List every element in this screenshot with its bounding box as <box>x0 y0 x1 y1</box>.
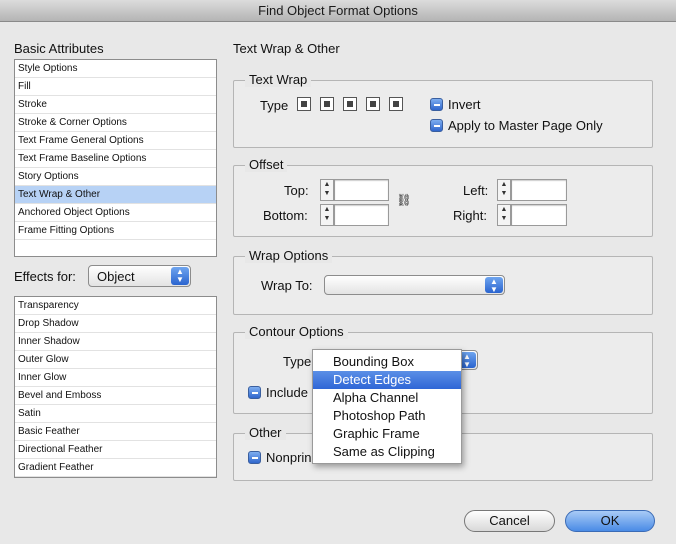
list-item[interactable]: Text Frame Baseline Options <box>15 150 216 168</box>
offset-title: Offset <box>245 157 288 172</box>
left-field[interactable] <box>511 179 567 201</box>
menu-item-alpha-channel[interactable]: Alpha Channel <box>313 389 461 407</box>
contour-options-title: Contour Options <box>245 324 348 339</box>
wrap-to-dropdown[interactable]: ▲ ▼ <box>324 275 505 295</box>
list-item[interactable]: Story Options <box>15 168 216 186</box>
top-label: Top: <box>284 183 309 198</box>
cancel-button[interactable]: Cancel <box>464 510 555 532</box>
wrap-bounding-box-icon[interactable] <box>320 97 334 111</box>
top-field[interactable] <box>334 179 389 201</box>
window-titlebar[interactable]: Find Object Format Options <box>0 0 676 22</box>
list-item[interactable]: Frame Fitting Options <box>15 222 216 240</box>
apply-master-checkbox[interactable] <box>430 119 443 132</box>
list-item[interactable]: Style Options <box>15 60 216 78</box>
list-item[interactable]: Basic Feather <box>15 423 216 441</box>
right-stepper[interactable]: ▲ ▼ <box>497 204 511 226</box>
effects-for-dropdown[interactable]: Object ▲ ▼ <box>88 265 191 287</box>
list-item[interactable]: Stroke & Corner Options <box>15 114 216 132</box>
no-wrap-icon[interactable] <box>297 97 311 111</box>
list-item[interactable]: Satin <box>15 405 216 423</box>
bottom-label: Bottom: <box>263 208 308 223</box>
menu-item-graphic-frame[interactable]: Graphic Frame <box>313 425 461 443</box>
contour-type-menu: Bounding Box Detect Edges Alpha Channel … <box>312 349 462 464</box>
invert-label: Invert <box>448 97 481 112</box>
popup-arrows-icon: ▲ ▼ <box>171 267 189 285</box>
effects-list: Transparency Drop Shadow Inner Shadow Ou… <box>14 296 217 478</box>
apply-master-label: Apply to Master Page Only <box>448 118 603 133</box>
wrap-to-label: Wrap To: <box>261 278 313 293</box>
jump-object-icon[interactable] <box>366 97 380 111</box>
wrap-type-label: Type <box>260 98 289 113</box>
menu-item-bounding-box[interactable]: Bounding Box <box>313 353 461 371</box>
list-item-selected[interactable]: Text Wrap & Other <box>15 186 216 204</box>
ok-button[interactable]: OK <box>565 510 655 532</box>
basic-attributes-heading: Basic Attributes <box>14 41 104 56</box>
list-item[interactable]: Drop Shadow <box>15 315 216 333</box>
wrap-object-shape-icon[interactable] <box>343 97 357 111</box>
effects-for-label: Effects for: <box>14 269 76 284</box>
list-item[interactable]: Text Frame General Options <box>15 132 216 150</box>
list-item[interactable]: Inner Shadow <box>15 333 216 351</box>
other-title: Other <box>245 425 286 440</box>
list-item[interactable]: Directional Feather <box>15 441 216 459</box>
text-wrap-title: Text Wrap <box>245 72 312 87</box>
window-title: Find Object Format Options <box>258 3 418 18</box>
bottom-stepper[interactable]: ▲ ▼ <box>320 204 334 226</box>
menu-item-detect-edges[interactable]: Detect Edges <box>313 371 461 389</box>
offset-group <box>233 165 653 237</box>
right-label: Right: <box>453 208 487 223</box>
list-item[interactable]: Bevel and Emboss <box>15 387 216 405</box>
nonprinting-label: Nonprin <box>266 450 312 465</box>
link-offsets-icon[interactable]: ⛓ <box>396 193 412 211</box>
panel-title: Text Wrap & Other <box>233 41 340 56</box>
menu-item-same-as-clipping[interactable]: Same as Clipping <box>313 443 461 461</box>
invert-checkbox[interactable] <box>430 98 443 111</box>
list-item[interactable]: Anchored Object Options <box>15 204 216 222</box>
top-stepper[interactable]: ▲ ▼ <box>320 179 334 201</box>
list-item[interactable]: Outer Glow <box>15 351 216 369</box>
contour-type-label: Type <box>283 354 312 369</box>
basic-attributes-list: Style Options Fill Stroke Stroke & Corne… <box>14 59 217 257</box>
jump-to-next-column-icon[interactable] <box>389 97 403 111</box>
include-label: Include <box>266 385 308 400</box>
wrap-options-title: Wrap Options <box>245 248 333 263</box>
bottom-field[interactable] <box>334 204 389 226</box>
effects-for-value: Object <box>97 269 135 284</box>
include-inside-edges-checkbox[interactable] <box>248 386 261 399</box>
popup-arrows-icon: ▲ ▼ <box>485 277 503 294</box>
list-item[interactable]: Gradient Feather <box>15 459 216 477</box>
list-item[interactable]: Fill <box>15 78 216 96</box>
text-wrap-group <box>233 80 653 148</box>
nonprinting-checkbox[interactable] <box>248 451 261 464</box>
list-item[interactable]: Inner Glow <box>15 369 216 387</box>
left-stepper[interactable]: ▲ ▼ <box>497 179 511 201</box>
list-item[interactable]: Stroke <box>15 96 216 114</box>
right-field[interactable] <box>511 204 567 226</box>
left-label: Left: <box>463 183 489 198</box>
list-item[interactable]: Transparency <box>15 297 216 315</box>
menu-item-photoshop-path[interactable]: Photoshop Path <box>313 407 461 425</box>
